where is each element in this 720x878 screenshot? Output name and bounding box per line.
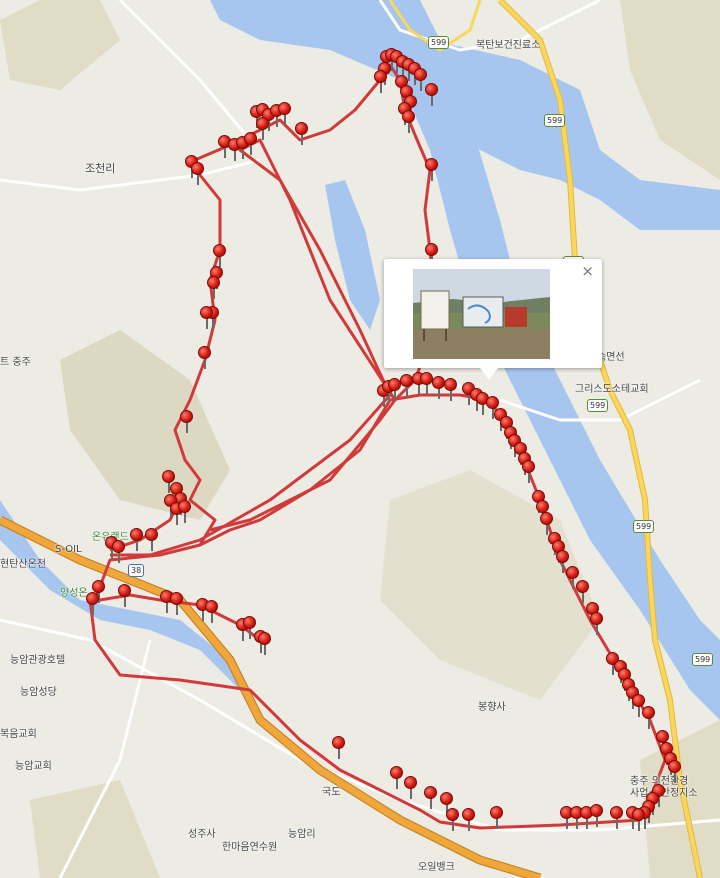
map-marker-icon[interactable] — [590, 612, 604, 636]
route-shield-599: 599 — [692, 653, 714, 666]
map-marker-icon[interactable] — [170, 592, 184, 616]
map-marker-icon[interactable] — [425, 83, 439, 107]
label-yangseong: 양성온 — [60, 588, 88, 599]
map-marker-icon[interactable] — [191, 162, 205, 186]
route-shield-599: 599 — [587, 399, 609, 412]
map-marker-icon[interactable] — [178, 500, 192, 524]
route-shield-599: 599 — [544, 114, 566, 127]
label-hanmaeum: 한마음연수원 — [222, 842, 278, 853]
map-marker-icon[interactable] — [200, 306, 214, 330]
label-church1: 그리스도소테교회 — [575, 384, 649, 395]
map-marker-icon[interactable] — [446, 808, 460, 832]
map-marker-icon[interactable] — [180, 410, 194, 434]
route-shield-599: 599 — [633, 520, 655, 533]
map-marker-icon[interactable] — [668, 760, 682, 784]
label-bokeum: 복음교회 — [0, 729, 37, 740]
map-marker-icon[interactable] — [462, 808, 476, 832]
label-expressway: 국도 — [322, 787, 341, 798]
map-marker-icon[interactable] — [86, 592, 100, 616]
map-marker-icon[interactable] — [522, 460, 536, 484]
label-bokta: 복탄보건진료소 — [476, 40, 541, 51]
map-marker-icon[interactable] — [198, 346, 212, 370]
label-seongjusa: 성주사 — [188, 829, 216, 840]
map-marker-icon[interactable] — [258, 632, 272, 656]
info-window: × — [384, 259, 602, 380]
map-marker-icon[interactable] — [130, 528, 144, 552]
label-neungamri: 능암리 — [288, 829, 316, 840]
map-base — [0, 0, 720, 878]
route-shield-38: 38 — [128, 564, 145, 577]
map-marker-icon[interactable] — [404, 776, 418, 800]
label-bonghyang: 봉향사 — [478, 702, 506, 713]
route-shield-599: 599 — [428, 36, 450, 49]
map-marker-icon[interactable] — [118, 584, 132, 608]
label-soil: S-OIL — [55, 544, 82, 555]
map-marker-icon[interactable] — [213, 244, 227, 268]
info-window-tail — [480, 368, 498, 380]
map-marker-icon[interactable] — [295, 122, 309, 146]
map-marker-icon[interactable] — [490, 806, 504, 830]
map-marker-icon[interactable] — [205, 600, 219, 624]
map-marker-icon[interactable] — [390, 766, 404, 790]
map-marker-icon[interactable] — [425, 158, 439, 182]
label-gwangho: 능암관광호텔 — [10, 655, 66, 666]
map-marker-icon[interactable] — [332, 736, 346, 760]
label-bank: 오일뱅크 — [418, 862, 455, 873]
map-marker-icon[interactable] — [642, 706, 656, 730]
map-marker-icon[interactable] — [590, 804, 604, 828]
label-chungju: 트 충주 — [0, 357, 31, 368]
map-marker-icon[interactable] — [256, 117, 270, 141]
label-neungam-church: 능암교회 — [15, 761, 52, 772]
map-marker-icon[interactable] — [145, 528, 159, 552]
map-marker-icon[interactable] — [278, 102, 292, 126]
map-marker-icon[interactable] — [444, 378, 458, 402]
map-canvas[interactable]: 복탄보건진료소 조천리 트 충주 숙면선 그리스도소테교회 온유랜드 S-OIL… — [0, 0, 720, 878]
map-marker-icon[interactable] — [576, 580, 590, 604]
map-marker-icon[interactable] — [112, 540, 126, 564]
map-marker-icon[interactable] — [374, 70, 388, 94]
map-marker-icon[interactable] — [207, 276, 221, 300]
photo-thumbnail[interactable] — [413, 269, 550, 359]
map-marker-icon[interactable] — [632, 808, 646, 832]
label-hantan: 현탄산온천 — [0, 559, 46, 570]
map-marker-icon[interactable] — [402, 110, 416, 134]
close-icon[interactable]: × — [581, 262, 594, 280]
map-marker-icon[interactable] — [424, 786, 438, 810]
label-jocheon: 조천리 — [85, 162, 116, 175]
label-neungam-cath: 능암성당 — [20, 687, 57, 698]
map-marker-icon[interactable] — [610, 806, 624, 830]
map-marker-icon[interactable] — [244, 132, 258, 156]
